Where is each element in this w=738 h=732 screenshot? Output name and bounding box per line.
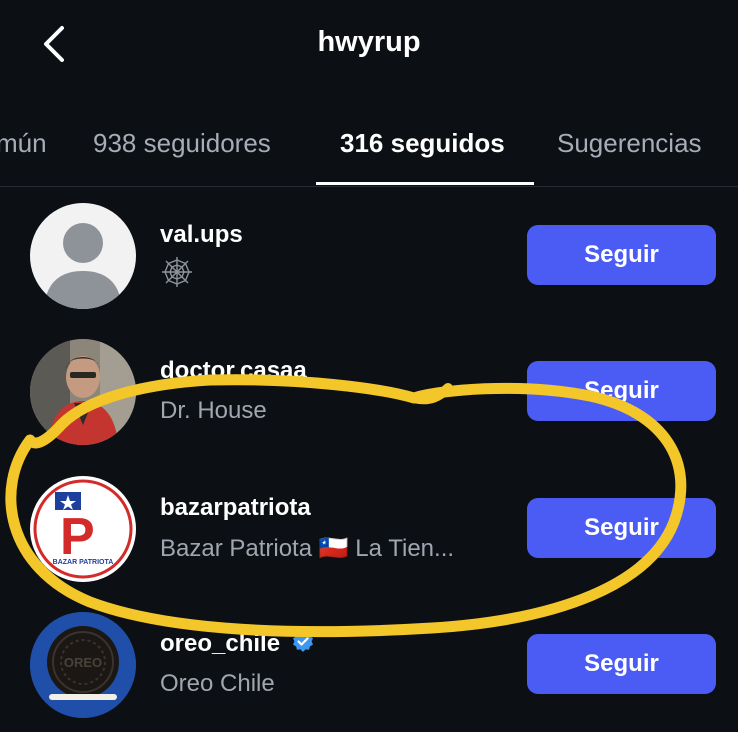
account-subtitle [160, 257, 194, 296]
account-username[interactable]: val.ups [160, 221, 243, 249]
avatar[interactable] [30, 339, 136, 445]
profile-photo [30, 339, 136, 445]
logo-wordmark: OREO [64, 655, 102, 670]
account-username[interactable]: doctor.casaa [160, 357, 307, 385]
follow-button[interactable]: Seguir [527, 634, 716, 694]
account-username[interactable]: oreo_chile [160, 630, 315, 658]
list-item[interactable]: val.ups Seguir [0, 203, 738, 323]
bazar-patriota-logo: P BAZAR PATRIOTA [31, 477, 135, 581]
active-tab-indicator [316, 182, 534, 185]
tab-seguidos[interactable]: 316 seguidos [340, 128, 505, 159]
account-subtitle: Oreo Chile [160, 670, 275, 697]
follow-tabs: mún 938 seguidores 316 seguidos Sugerenc… [0, 110, 738, 187]
spiderweb-icon [162, 257, 192, 287]
tab-seguidores[interactable]: 938 seguidores [93, 128, 271, 159]
avatar[interactable]: P BAZAR PATRIOTA [30, 476, 136, 582]
list-item[interactable]: doctor.casaa Dr. House Seguir [0, 339, 738, 459]
list-item[interactable]: OREO oreo_chile Oreo Chile Seguir [0, 612, 738, 732]
profile-username-title: hwyrup [317, 26, 421, 58]
oreo-cookie-logo: OREO [30, 612, 136, 718]
follow-button[interactable]: Seguir [527, 225, 716, 285]
verified-badge-icon [292, 631, 313, 652]
tab-en-comun[interactable]: mún [0, 128, 47, 159]
avatar[interactable] [30, 203, 136, 309]
list-item[interactable]: P BAZAR PATRIOTA bazarpatriota Bazar Pat… [0, 476, 738, 596]
account-username-text: oreo_chile [160, 630, 281, 657]
account-subtitle: Bazar Patriota 🇨🇱 La Tien... [160, 535, 455, 562]
follow-button[interactable]: Seguir [527, 361, 716, 421]
avatar[interactable]: OREO [30, 612, 136, 718]
default-avatar-icon [44, 223, 122, 309]
account-username[interactable]: bazarpatriota [160, 494, 311, 522]
logo-letter: P [60, 508, 95, 566]
tab-sugerencias[interactable]: Sugerencias [557, 128, 702, 159]
account-subtitle: Dr. House [160, 397, 267, 424]
follow-button[interactable]: Seguir [527, 498, 716, 558]
top-bar: hwyrup [0, 0, 738, 92]
logo-wordmark: BAZAR PATRIOTA [53, 559, 114, 566]
